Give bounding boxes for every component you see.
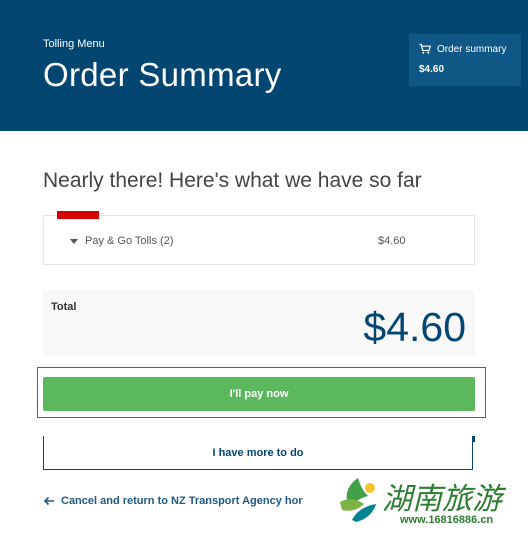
order-summary-card[interactable]: Order summary $4.60 [409, 34, 521, 86]
cart-icon [419, 43, 431, 54]
watermark-logo [334, 476, 382, 524]
total-amount: $4.60 [363, 304, 466, 350]
total-panel: Total $4.60 [43, 290, 475, 356]
order-summary-header: Order summary [419, 43, 506, 55]
order-summary-label: Order summary [437, 43, 507, 55]
cancel-link-text[interactable]: Cancel and return to NZ Transport Agency… [61, 495, 303, 507]
page-title: Order Summary [43, 56, 282, 93]
watermark: 湖南旅游 www.16816886.cn [326, 470, 528, 538]
item-price: $4.60 [378, 235, 406, 247]
item-name[interactable]: Pay & Go Tolls (2) [85, 235, 173, 247]
cancel-link[interactable]: Cancel and return to NZ Transport Agency… [43, 495, 303, 507]
more-to-do-button[interactable]: I have more to do [43, 436, 473, 470]
item-toggle[interactable]: Pay & Go Tolls (2) [70, 235, 173, 247]
order-summary-amount: $4.60 [419, 64, 445, 75]
caret-down-icon[interactable] [70, 238, 78, 244]
watermark-name: 湖南旅游 [382, 482, 502, 517]
button-edge-right [473, 436, 475, 442]
section-headline: Nearly there! Here's what we have so far [43, 169, 422, 192]
total-label: Total [51, 301, 77, 313]
accent-bar [57, 211, 99, 219]
menu-label[interactable]: Tolling Menu [43, 38, 105, 50]
order-items-panel: Pay & Go Tolls (2) $4.60 [43, 215, 475, 265]
arrow-left-icon [43, 496, 54, 506]
pay-now-button[interactable]: I'll pay now [43, 377, 475, 411]
watermark-url: www.16816886.cn [400, 514, 494, 526]
page-header: Tolling Menu Order Summary Order summary… [0, 0, 528, 131]
